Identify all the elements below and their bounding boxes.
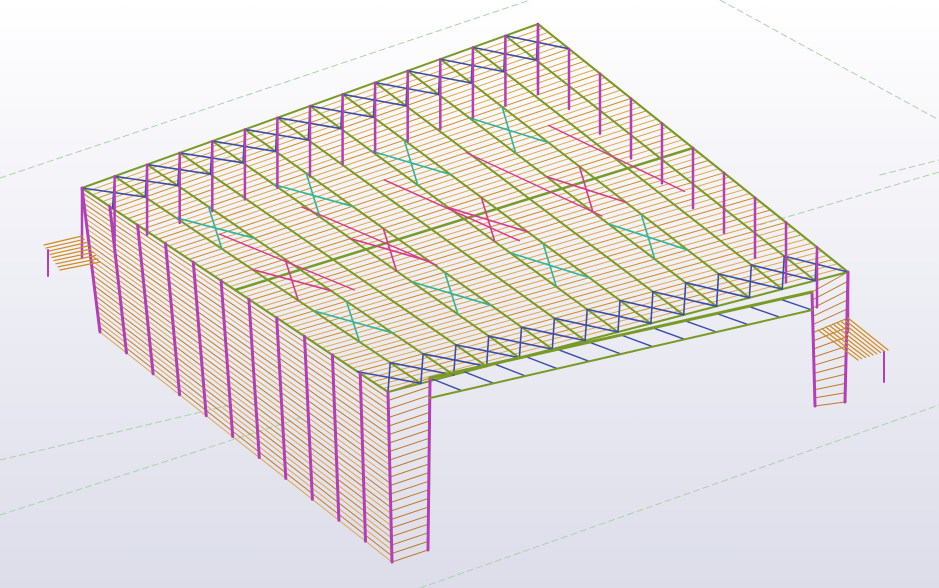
grid-line [719, 0, 939, 121]
bracing-x [715, 273, 720, 308]
wall-girt [389, 454, 430, 469]
wall-girt [388, 437, 430, 452]
front-truss-diagonal [620, 334, 654, 348]
wall-column [164, 242, 182, 397]
grid-line [759, 171, 939, 226]
wall-girt [93, 285, 392, 508]
model-viewport[interactable] [0, 0, 939, 588]
opening-column [810, 290, 817, 408]
wall-column [275, 316, 288, 480]
front-truss-diagonal [779, 298, 813, 311]
bracing-x [452, 344, 457, 376]
front-truss-diagonal [747, 305, 781, 318]
grid-line [419, 404, 939, 588]
bracing-x [420, 352, 424, 385]
wall-girt [388, 411, 431, 427]
wall-girt [91, 264, 391, 484]
bracing-x [650, 290, 654, 325]
canopy-purlin [59, 261, 101, 271]
wall-girt [388, 403, 431, 418]
wall-girt [813, 355, 847, 366]
wall-girt [93, 280, 392, 502]
wall-framing [81, 187, 849, 563]
front-truss-diagonal [493, 363, 527, 377]
columns [80, 22, 850, 564]
bracing-x [682, 281, 687, 316]
bracing-x [781, 255, 786, 290]
wall-column [136, 223, 155, 376]
opening-column [426, 376, 432, 552]
bracing-x [578, 165, 594, 213]
wall-girt [387, 394, 431, 410]
wall-girt [813, 364, 847, 374]
canopy-purlin [53, 251, 94, 262]
front-truss-diagonal [684, 320, 718, 333]
front-truss-diagonal [524, 355, 558, 370]
front-truss-diagonal [461, 370, 495, 384]
front-truss-diagonal [588, 341, 622, 355]
wall-girt [94, 290, 392, 514]
wall-girt [814, 392, 846, 399]
wall-girt [388, 429, 430, 444]
strut [301, 206, 438, 266]
bracing-x [480, 196, 496, 243]
wall-girt [91, 269, 391, 490]
wall-girt [387, 386, 431, 401]
bracing-x [518, 326, 523, 359]
wall-girt [813, 373, 847, 383]
grid-line [0, 0, 532, 179]
bracing-x [387, 361, 392, 393]
wall-girt [96, 305, 392, 533]
wall-girt [95, 295, 392, 520]
wall-girt [92, 274, 391, 496]
wall-column [303, 334, 314, 501]
wall-column [386, 390, 394, 564]
front-truss-diagonal [715, 312, 749, 326]
grid-line [879, 159, 939, 176]
wall-girt [814, 401, 846, 407]
bracing-x [485, 335, 490, 368]
bracing-x [551, 317, 556, 350]
wall-girt [389, 446, 430, 461]
bracing-x [748, 264, 753, 299]
wall-girt [388, 420, 430, 435]
bracing-x [640, 213, 656, 261]
front-truss-diagonal [652, 327, 686, 340]
wall-girt [814, 382, 846, 391]
wall-girt [95, 300, 392, 527]
wall-girt [389, 463, 430, 478]
front-truss-diagonal [556, 348, 590, 362]
bracing-x [443, 271, 459, 316]
structural-model-3d-view[interactable] [0, 0, 939, 588]
front-truss-diagonal [429, 377, 463, 392]
bracing-x [542, 242, 558, 288]
bracing-x [584, 308, 589, 342]
bracing-x [617, 299, 621, 333]
